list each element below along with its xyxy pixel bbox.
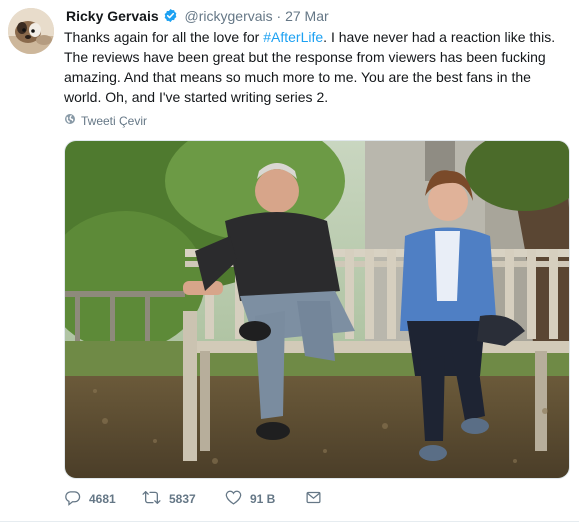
reply-icon xyxy=(64,489,89,509)
author-handle[interactable]: @rickygervais xyxy=(185,8,273,24)
translate-label: Tweeti Çevir xyxy=(81,113,148,128)
retweet-count: 5837 xyxy=(169,492,196,506)
tweet-header: Ricky Gervais @rickygervais · 27 Mar xyxy=(66,7,329,27)
like-count: 91 B xyxy=(250,492,276,506)
tweet-text-start: Thanks again for all the love for xyxy=(64,29,264,45)
envelope-icon xyxy=(305,489,330,509)
hashtag-link[interactable]: #AfterLife xyxy=(263,29,323,45)
photo-bench-scene xyxy=(65,141,569,478)
message-button[interactable] xyxy=(305,489,330,509)
globe-icon xyxy=(64,113,81,128)
reply-button[interactable]: 4681 xyxy=(64,489,142,509)
reply-count: 4681 xyxy=(89,492,116,506)
like-button[interactable]: 91 B xyxy=(225,489,305,509)
tweet-actions: 4681 5837 91 B xyxy=(64,489,330,509)
author-name[interactable]: Ricky Gervais xyxy=(66,8,159,24)
avatar[interactable] xyxy=(8,8,54,54)
retweet-button[interactable]: 5837 xyxy=(142,489,225,509)
tweet-date[interactable]: 27 Mar xyxy=(285,8,329,24)
verified-badge-icon xyxy=(163,8,178,27)
retweet-icon xyxy=(142,489,169,509)
avatar-image xyxy=(8,8,54,54)
heart-icon xyxy=(225,489,250,509)
translate-link[interactable]: Tweeti Çevir xyxy=(64,113,147,128)
tweet-text: Thanks again for all the love for #After… xyxy=(64,27,569,107)
separator-dot: · xyxy=(276,8,282,24)
tweet-photo[interactable] xyxy=(64,140,570,479)
